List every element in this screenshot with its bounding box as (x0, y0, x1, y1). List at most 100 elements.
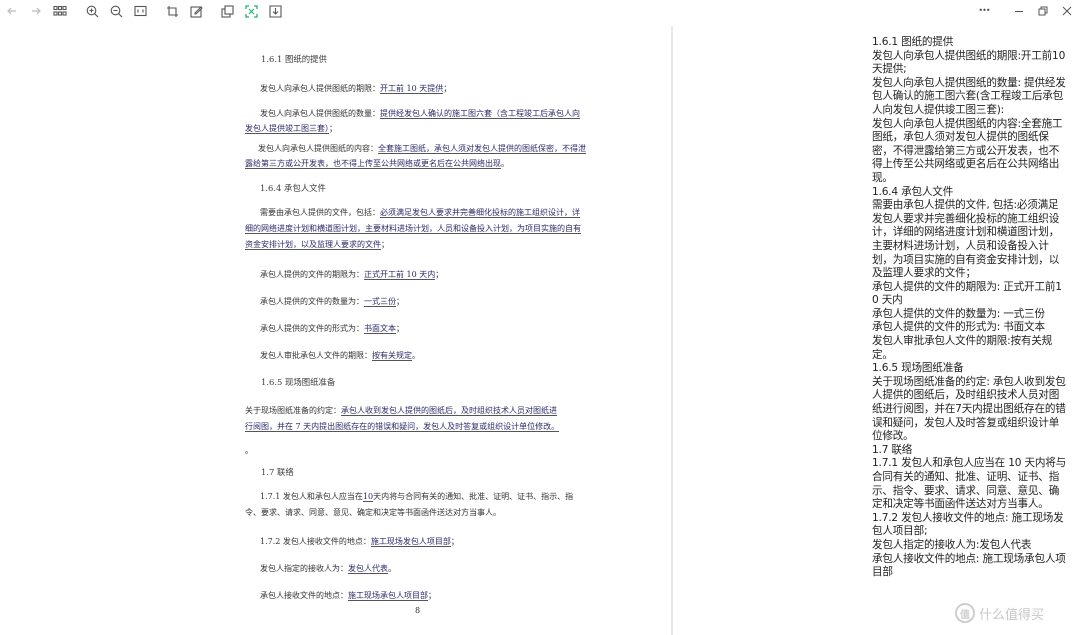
filled-value: 资金安排计划，以及监理人要求的文件 (245, 240, 381, 250)
page-number: 8 (415, 606, 421, 615)
line-text: 1.7.2 发包人接收文件的地点： (260, 537, 371, 546)
line-text: 发包人向承包人提供图纸的数量： (260, 109, 380, 118)
crop-icon[interactable] (164, 3, 180, 19)
filled-value: 发包人代表 (348, 564, 388, 574)
line-text: 发包人向承包人提供图纸的内容： (258, 144, 378, 153)
line-suffix: ； (396, 297, 404, 306)
line-suffix: 。 (412, 351, 420, 360)
close-icon[interactable] (1059, 3, 1075, 19)
filled-value: 按有关规定 (372, 351, 412, 361)
page-line: 行阅图，并在 7 天内提出图纸存在的错误和疑问，发包人及时答复或组织设计单位修改… (245, 422, 560, 432)
filled-value: 10 (362, 492, 374, 502)
line-suffix: ； (396, 324, 404, 333)
copy-icon[interactable] (219, 3, 235, 19)
line-suffix: 天内将与合同有关的通知、批准、证明、证书、指示、指 (373, 492, 574, 501)
page-line: 资金安排计划，以及监理人要求的文件； (245, 240, 389, 250)
filled-value: 正式开工前 10 天内 (364, 270, 436, 280)
page-line: 承包人提供的文件的期限为：正式开工前 10 天内； (260, 270, 443, 280)
zoom-out-icon[interactable] (108, 3, 124, 19)
filled-value: 承包人收到发包人提供的图纸后，及时组织技术人员对图纸进 (341, 406, 557, 416)
filled-value: 开工前 10 天提供 (380, 84, 444, 94)
heading-text: 1.7 联络 (261, 467, 294, 477)
line-text: 承包人提供的文件的期限为： (260, 270, 364, 279)
page-line: 发包人向承包人提供图纸的期限：开工前 10 天提供； (260, 84, 451, 94)
ocr-paragraph: 发包人向承包人提供图纸的数量: 提供经发包人确认的施工图六套(含工程竣工后承包人… (872, 76, 1066, 116)
ocr-paragraph: 承包人提供的文件的形式为: 书面文本 (872, 321, 1045, 334)
page-line: 发包人审批承包人文件的期限：按有关规定。 (260, 351, 420, 361)
ocr-result-panel[interactable]: 1.6.1 图纸的提供 发包人向承包人提供图纸的期限:开工前10 天提供; 发包人向… (872, 36, 1068, 635)
page-heading: 1.6.5 现场图纸准备 (261, 377, 335, 387)
filled-value: 细的网络进度计划和横道图计划，主要材料进场计划，人员和设备投入计划，为项目实施的… (245, 224, 581, 234)
ocr-paragraph: 发包人指定的接收人为:发包人代表 (872, 538, 1032, 551)
page-line: 露给第三方或公开发表，也不得上传至公共网络或更名后在公共网络出现。 (245, 159, 509, 169)
ocr-paragraph: 承包人提供的文件的数量为: 一式三份 (872, 307, 1045, 320)
filled-value: 行阅图，并在 7 天内提出图纸存在的错误和疑问，发包人及时答复或组织设计单位修改… (245, 422, 560, 432)
save-icon[interactable] (267, 3, 283, 19)
filled-value: 露给第三方或公开发表，也不得上传至公共网络或更名后在公共网络出现 (245, 159, 501, 169)
page-line: 发包人指定的接收人为：发包人代表。 (260, 564, 396, 574)
filled-value: 施工现场承包人项目部 (348, 591, 428, 601)
page-line: 。 (245, 446, 253, 456)
page-line: 发包人提供竣工图三套）； (245, 124, 337, 134)
document-page: 1.6.1 图纸的提供 发包人向承包人提供图纸的期限：开工前 10 天提供； 发包人… (196, 26, 628, 635)
grid-view-icon[interactable] (52, 3, 68, 19)
filled-value: 发包人提供竣工图三套） (245, 124, 329, 134)
document-viewer[interactable]: 1.6.1 图纸的提供 发包人向承包人提供图纸的期限：开工前 10 天提供； 发包人… (0, 26, 672, 635)
line-text: 发包人审批承包人文件的期限： (260, 351, 372, 360)
ocr-paragraph: 1.7 联络 (872, 443, 913, 456)
page-line: 承包人提供的文件的形式为：书面文本； (260, 324, 404, 334)
line-suffix: 。 (388, 564, 396, 573)
line-suffix: ； (329, 124, 337, 133)
heading-text: 1.6.1 图纸的提供 (261, 54, 327, 64)
line-text: 关于现场图纸准备的约定： (245, 406, 341, 415)
more-icon[interactable]: ••• (975, 3, 993, 19)
heading-text: 1.6.5 现场图纸准备 (261, 377, 336, 387)
line-text: 发包人向承包人提供图纸的期限： (260, 84, 380, 93)
line-suffix: ； (450, 537, 459, 546)
line-text: 承包人提供的文件的数量为： (260, 297, 364, 306)
back-arrow-icon[interactable] (4, 3, 20, 19)
page-line: 发包人向承包人提供图纸的数量：提供经发包人确认的施工图六套（含工程竣工后承包人向 (260, 109, 580, 119)
ocr-paragraph: 1.6.4 承包人文件 (872, 185, 954, 198)
watermark-text: 什么值得买 (979, 607, 1045, 623)
heading-text: 1.6.4 承包人文件 (260, 183, 326, 193)
page-line: 1.7.1 发包人和承包人应当在10天内将与合同有关的通知、批准、证明、证书、指… (260, 492, 573, 502)
edit-icon[interactable] (188, 3, 204, 19)
page-line: 承包人接收文件的地点：施工现场承包人项目部； (260, 591, 436, 601)
ocr-paragraph: 发包人向承包人提供图纸的期限:开工前10 天提供; (872, 49, 1066, 76)
filled-value: 一式三份 (364, 297, 396, 307)
minimize-icon[interactable] (1011, 3, 1027, 19)
restore-icon[interactable] (1035, 3, 1051, 19)
line-suffix: ； (428, 591, 436, 600)
zoom-in-icon[interactable] (84, 3, 100, 19)
line-suffix: ； (435, 270, 444, 279)
ocr-paragraph: 1.7.1 发包人和承包人应当在 10 天内将与合同有关的通知、批准、证明、证书… (872, 457, 1067, 511)
page-heading: 1.6.4 承包人文件 (260, 183, 326, 193)
ocr-paragraph: 需要由承包人提供的文件, 包括:必须满足发包人要求并完善细化投标的施工组织设计，… (872, 199, 1060, 280)
forward-arrow-icon[interactable] (28, 3, 44, 19)
ocr-paragraph: 1.7.2 发包人接收文件的地点: 施工现场发包人项目部; (872, 511, 1064, 538)
ocr-paragraph: 承包人接收文件的地点: 施工现场承包人项目部 (872, 552, 1066, 579)
line-suffix: ； (381, 240, 389, 249)
line-text: 发包人指定的接收人为： (260, 564, 348, 573)
ocr-scan-icon[interactable] (243, 3, 259, 19)
page-heading: 1.6.1 图纸的提供 (261, 54, 327, 64)
page-line: 细的网络进度计划和横道图计划，主要材料进场计划，人员和设备投入计划，为项目实施的… (245, 224, 581, 234)
filled-value: 书面文本 (364, 324, 396, 334)
page-line: 关于现场图纸准备的约定：承包人收到发包人提供的图纸后，及时组织技术人员对图纸进 (245, 406, 557, 416)
line-suffix: 。 (245, 446, 253, 455)
line-text: 令、要求、请求、同意、意见、确定和决定等书面函件送达对方当事人。 (245, 508, 501, 517)
line-suffix: ； (443, 84, 452, 93)
page-heading: 1.7 联络 (261, 467, 294, 477)
ocr-paragraph: 发包人审批承包人文件的期限:按有关规定。 (872, 335, 1053, 361)
fit-page-icon[interactable] (132, 3, 148, 19)
watermark-logo-icon: 值 (955, 603, 975, 623)
filled-value: 施工现场发包人项目部 (370, 537, 451, 547)
page-line: 需要由承包人提供的文件，包括：必须满足发包人要求并完善细化投标的施工组织设计，详 (260, 208, 580, 218)
ocr-paragraph: 关于现场图纸准备的约定: 承包人收到发包人提供的图纸后，及时组织技术人员对图纸进… (872, 375, 1066, 443)
page-line: 令、要求、请求、同意、意见、确定和决定等书面函件送达对方当事人。 (245, 508, 501, 518)
ocr-paragraph: 承包人提供的文件的期限为: 正式开工前10 天内 (872, 280, 1062, 307)
ocr-paragraph: 发包人向承包人提供图纸的内容:全套施工图纸，承包人须对发包人提供的图纸保密，不得… (872, 117, 1063, 184)
filled-value: 全套施工图纸，承包人须对发包人提供的图纸保密，不得泄 (378, 144, 586, 154)
page-line: 1.7.2 发包人接收文件的地点：施工现场发包人项目部； (260, 537, 459, 547)
